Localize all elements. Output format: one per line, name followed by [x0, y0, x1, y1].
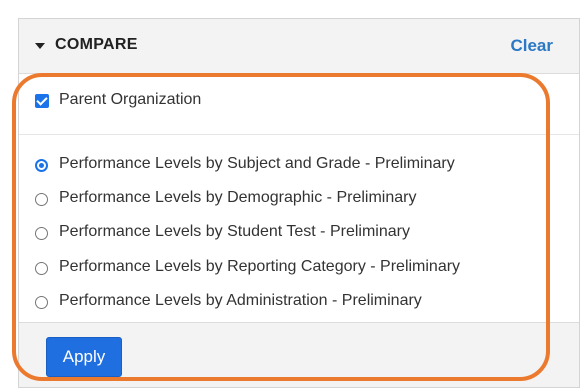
- report-option-label: Performance Levels by Administration - P…: [59, 292, 422, 309]
- report-option-label: Performance Levels by Subject and Grade …: [59, 155, 455, 172]
- report-option-label: Performance Levels by Demographic - Prel…: [59, 189, 417, 206]
- report-option-radio[interactable]: [35, 193, 48, 206]
- report-option-radio[interactable]: [35, 227, 48, 240]
- report-option-radio[interactable]: [35, 296, 48, 309]
- compare-panel: COMPARE Clear Parent Organization Perfor…: [18, 18, 580, 388]
- clear-link[interactable]: Clear: [510, 36, 553, 56]
- compare-footer: Apply: [19, 322, 579, 387]
- parent-organization-checkbox[interactable]: [35, 94, 49, 108]
- parent-organization-row[interactable]: Parent Organization: [19, 74, 579, 135]
- apply-button[interactable]: Apply: [46, 337, 122, 377]
- report-option-label: Performance Levels by Student Test - Pre…: [59, 223, 410, 240]
- report-option-radio[interactable]: [35, 262, 48, 275]
- compare-title: COMPARE: [55, 36, 138, 53]
- caret-down-icon[interactable]: [35, 43, 45, 49]
- report-option-label: Performance Levels by Reporting Category…: [59, 258, 461, 275]
- compare-header[interactable]: COMPARE Clear: [19, 19, 579, 74]
- report-option-radio-selected[interactable]: [35, 159, 48, 172]
- parent-organization-label: Parent Organization: [59, 91, 202, 108]
